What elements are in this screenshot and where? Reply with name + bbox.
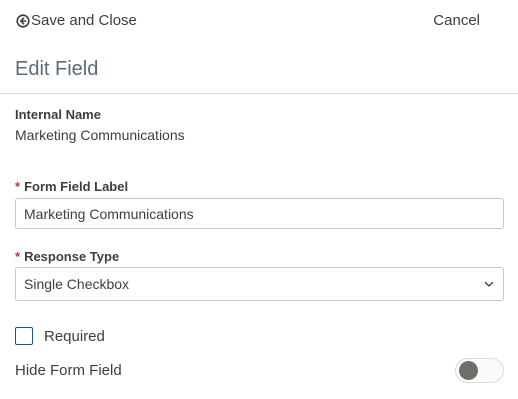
hide-form-field-toggle[interactable] xyxy=(455,358,504,383)
required-checkbox[interactable] xyxy=(15,327,33,345)
toggle-knob xyxy=(459,361,478,380)
response-type-select[interactable]: Single Checkbox xyxy=(15,267,504,301)
cancel-button[interactable]: Cancel xyxy=(433,12,480,29)
response-type-selected: Single Checkbox xyxy=(24,276,130,292)
panel-title: Edit Field xyxy=(15,58,99,80)
required-marker: * xyxy=(15,249,21,264)
save-and-close-label: Save and Close xyxy=(31,12,137,29)
internal-name-value: Marketing Communications xyxy=(15,127,185,143)
form-field-label-label: * Form Field Label xyxy=(15,179,128,194)
divider xyxy=(0,93,518,94)
arrow-circle-back-icon xyxy=(16,13,30,28)
form-field-label-input[interactable] xyxy=(15,198,504,229)
required-marker: * xyxy=(15,179,21,194)
panel-header: Save and Close Cancel xyxy=(0,0,518,44)
response-type-text: Response Type xyxy=(24,249,120,264)
required-label: Required xyxy=(44,327,105,345)
response-type-label: * Response Type xyxy=(15,249,119,264)
chevron-down-icon xyxy=(483,278,495,290)
form-field-label-text: Form Field Label xyxy=(24,179,129,194)
internal-name-label: Internal Name xyxy=(15,107,101,122)
hide-form-field-label: Hide Form Field xyxy=(15,362,122,379)
required-checkbox-row[interactable]: Required xyxy=(15,327,105,345)
save-and-close-button[interactable]: Save and Close xyxy=(16,12,137,29)
